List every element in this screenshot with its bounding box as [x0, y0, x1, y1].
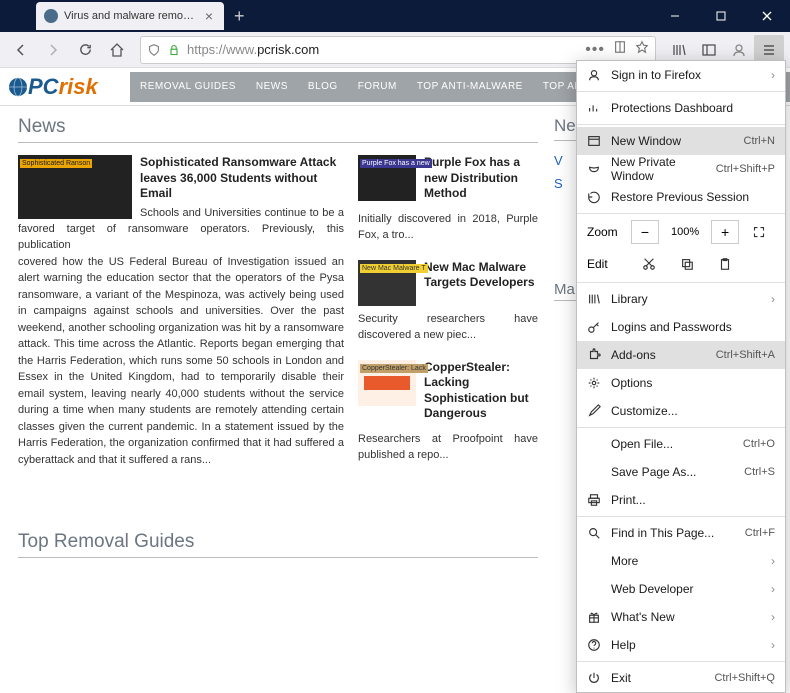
puzzle-icon	[587, 348, 601, 362]
lock-icon	[167, 43, 181, 57]
zoom-in-button[interactable]: +	[711, 220, 739, 244]
window-icon	[587, 134, 601, 148]
close-tab-icon[interactable]: ×	[202, 9, 216, 23]
menu-help[interactable]: Help ›	[577, 631, 785, 659]
article[interactable]: Purple Fox has a new Purple Fox has a ne…	[358, 155, 538, 206]
menu-zoom: Zoom − 100% +	[577, 216, 785, 248]
menu-new-private[interactable]: New Private Window Ctrl+Shift+P	[577, 155, 785, 183]
nav-item[interactable]: FORUM	[348, 81, 407, 92]
fullscreen-button[interactable]	[745, 220, 773, 244]
article-excerpt: Researchers at Proofpoint have published…	[358, 432, 538, 464]
menu-protections[interactable]: Protections Dashboard	[577, 94, 785, 122]
print-icon	[587, 493, 601, 507]
article-thumbnail[interactable]: Sophisticated Ranson	[18, 155, 132, 219]
menu-save-page[interactable]: Save Page As... Ctrl+S	[577, 458, 785, 486]
back-button[interactable]	[6, 35, 36, 65]
section-top-removal-title: Top Removal Guides	[18, 531, 538, 558]
bookmark-icon[interactable]	[635, 40, 649, 59]
menu-whats-new[interactable]: What's New ›	[577, 603, 785, 631]
cut-button[interactable]	[635, 252, 663, 276]
article-title: New Mac Malware Targets Developers	[424, 260, 538, 291]
key-icon	[587, 320, 601, 334]
page-actions-icon[interactable]: •••	[585, 41, 605, 59]
article-body: covered how the US Federal Bureau of Inv…	[18, 254, 344, 469]
nav-item[interactable]: REMOVAL GUIDES	[130, 81, 246, 92]
nav-item[interactable]: TOP ANTI-MALWARE	[407, 81, 533, 92]
zoom-percent: 100%	[665, 226, 705, 238]
browser-tab[interactable]: Virus and malware removal ins ×	[36, 2, 224, 30]
library-icon	[587, 292, 601, 306]
maximize-button[interactable]	[698, 0, 744, 32]
menu-edit: Edit	[577, 248, 785, 280]
power-icon	[587, 671, 601, 685]
site-logo[interactable]: PCrisk	[8, 70, 126, 104]
gift-icon	[587, 610, 601, 624]
menu-more[interactable]: More ›	[577, 547, 785, 575]
favicon	[44, 9, 58, 23]
minimize-button[interactable]	[652, 0, 698, 32]
copy-button[interactable]	[673, 252, 701, 276]
shield-icon	[147, 43, 161, 57]
url-text: https://www.pcrisk.com	[187, 42, 319, 57]
reader-icon[interactable]	[613, 40, 627, 59]
chevron-right-icon: ›	[771, 68, 775, 82]
article-title: Purple Fox has a new Distribution Method	[424, 155, 538, 202]
menu-find[interactable]: Find in This Page... Ctrl+F	[577, 519, 785, 547]
firefox-app-menu: Sign in to Firefox › Protections Dashboa…	[576, 60, 786, 693]
menu-exit[interactable]: Exit Ctrl+Shift+Q	[577, 664, 785, 692]
menu-new-window[interactable]: New Window Ctrl+N	[577, 127, 785, 155]
article-excerpt: Security researchers have discovered a n…	[358, 312, 538, 344]
chevron-right-icon: ›	[771, 610, 775, 624]
chevron-right-icon: ›	[771, 638, 775, 652]
close-window-button[interactable]	[744, 0, 790, 32]
article[interactable]: CopperStealer: Lack CopperStealer: Lacki…	[358, 360, 538, 426]
home-button[interactable]	[102, 35, 132, 65]
menu-web-developer[interactable]: Web Developer ›	[577, 575, 785, 603]
tab-title: Virus and malware removal ins	[64, 10, 196, 22]
article-thumbnail: CopperStealer: Lack	[358, 360, 416, 406]
chevron-right-icon: ›	[771, 582, 775, 596]
globe-icon	[8, 77, 28, 97]
restore-icon	[587, 190, 601, 204]
chevron-right-icon: ›	[771, 292, 775, 306]
chevron-right-icon: ›	[771, 554, 775, 568]
new-tab-button[interactable]: +	[234, 6, 245, 27]
search-icon	[587, 526, 601, 540]
menu-logins[interactable]: Logins and Passwords	[577, 313, 785, 341]
mask-icon	[587, 162, 601, 176]
nav-item[interactable]: NEWS	[246, 81, 298, 92]
article-thumbnail: Purple Fox has a new	[358, 155, 416, 201]
article-thumbnail: New Mac Malware T	[358, 260, 416, 306]
brush-icon	[587, 404, 601, 418]
menu-library[interactable]: Library ›	[577, 285, 785, 313]
menu-open-file[interactable]: Open File... Ctrl+O	[577, 430, 785, 458]
forward-button[interactable]	[38, 35, 68, 65]
menu-sign-in[interactable]: Sign in to Firefox ›	[577, 61, 785, 89]
menu-options[interactable]: Options	[577, 369, 785, 397]
dashboard-icon	[587, 101, 601, 115]
window-titlebar: Virus and malware removal ins × +	[0, 0, 790, 32]
gear-icon	[587, 376, 601, 390]
section-news-title: News	[18, 116, 538, 143]
menu-addons[interactable]: Add-ons Ctrl+Shift+A	[577, 341, 785, 369]
article[interactable]: New Mac Malware T New Mac Malware Target…	[358, 260, 538, 306]
account-icon	[587, 68, 601, 82]
article-title: CopperStealer: Lacking Sophistication bu…	[424, 360, 538, 422]
article-excerpt: Initially discovered in 2018, Purple Fox…	[358, 212, 538, 244]
paste-button[interactable]	[711, 252, 739, 276]
menu-print[interactable]: Print...	[577, 486, 785, 514]
menu-restore-session[interactable]: Restore Previous Session	[577, 183, 785, 211]
zoom-out-button[interactable]: −	[631, 220, 659, 244]
reload-button[interactable]	[70, 35, 100, 65]
menu-customize[interactable]: Customize...	[577, 397, 785, 425]
nav-item[interactable]: BLOG	[298, 81, 348, 92]
help-icon	[587, 638, 601, 652]
